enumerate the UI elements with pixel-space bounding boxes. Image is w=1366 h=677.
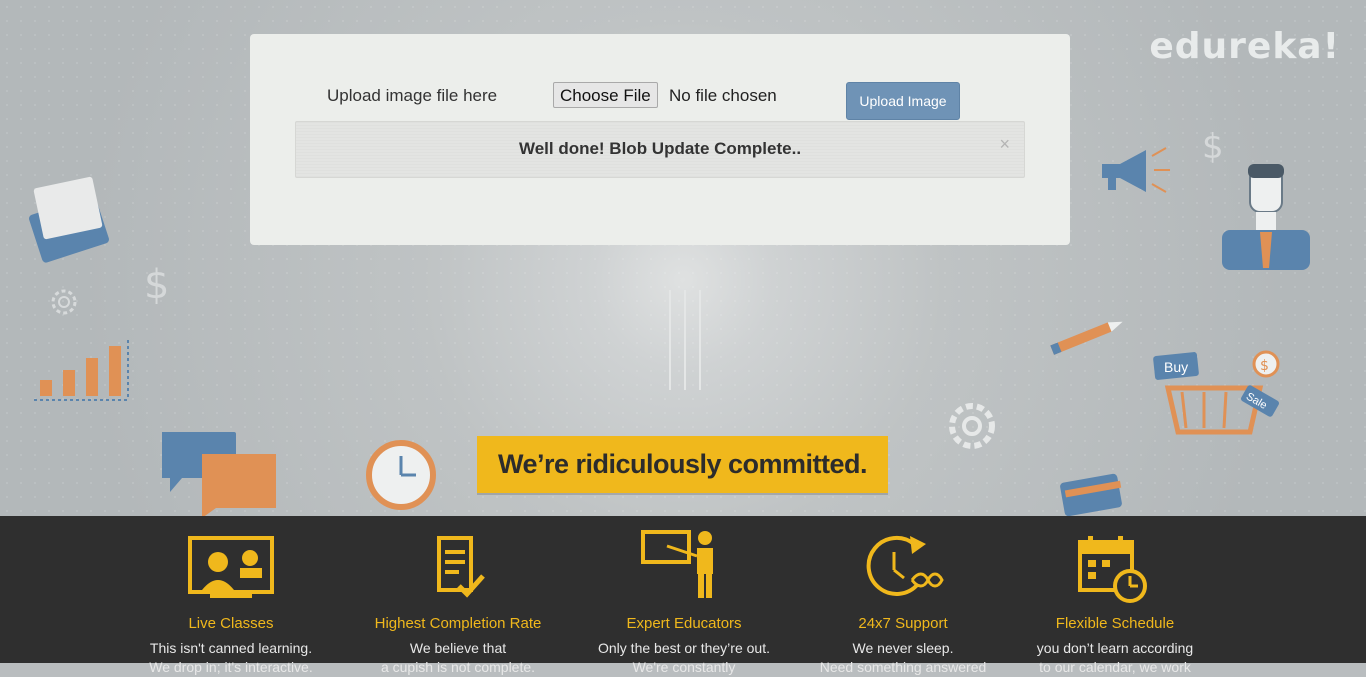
shopping-basket-illustration: Buy $ Sale <box>1153 350 1280 435</box>
feature-description: Only the best or they’re out. We're cons… <box>598 640 770 675</box>
bar-chart-illustration <box>34 340 129 401</box>
feature-description: We never sleep. Need something answered <box>819 640 987 675</box>
feature-completion-rate: Highest Completion Rate We believe that … <box>348 516 568 675</box>
feature-title: Expert Educators <box>626 615 742 632</box>
chat-bubbles-illustration <box>162 432 276 516</box>
upload-label: Upload image file here <box>327 86 498 105</box>
feature-title: Live Classes <box>188 615 274 632</box>
circuit-lines-illustration <box>669 290 701 390</box>
feature-title: Highest Completion Rate <box>374 615 542 632</box>
feature-expert-educators: Expert Educators Only the best or they’r… <box>574 516 794 675</box>
gear-right-illustration <box>949 403 995 449</box>
svg-text:$: $ <box>144 262 169 308</box>
choose-file-button[interactable]: Choose File <box>553 82 658 108</box>
success-alert: Well done! Blob Update Complete.. × <box>295 121 1025 178</box>
feature-description: you don’t learn according to our calenda… <box>1036 640 1194 675</box>
support-icon <box>866 535 944 596</box>
svg-text:$: $ <box>1260 358 1269 374</box>
feature-title: Flexible Schedule <box>1055 615 1175 632</box>
file-status-text: No file chosen <box>669 86 777 105</box>
svg-text:Buy: Buy <box>1164 359 1188 375</box>
feature-live-classes: Live Classes This isn't canned learning.… <box>121 516 341 675</box>
megaphone-illustration <box>1102 147 1170 193</box>
commitment-banner: We’re ridiculously committed. <box>477 436 888 493</box>
feature-flexible-schedule: Flexible Schedule you don’t learn accord… <box>1005 516 1225 675</box>
live-classes-icon <box>188 536 274 598</box>
feature-support: 24x7 Support We never sleep. Need someth… <box>793 516 1013 675</box>
feature-title: 24x7 Support <box>858 615 948 632</box>
feature-description: We believe that a cupish is not complete… <box>380 640 536 675</box>
features-footer: Live Classes This isn't canned learning.… <box>0 516 1366 675</box>
close-icon[interactable]: × <box>999 134 1010 155</box>
upload-panel: Upload image file here Choose File No fi… <box>250 34 1070 245</box>
clock-illustration <box>366 440 436 510</box>
feature-description: This isn't canned learning. We drop in; … <box>149 640 313 675</box>
edureka-logo: edureka! <box>1149 26 1340 67</box>
pencil-illustration <box>1050 321 1123 355</box>
expert-educators-icon <box>641 530 713 598</box>
gear-small-illustration <box>51 289 77 315</box>
businessman-illustration <box>1222 164 1310 270</box>
credit-card-illustration <box>1060 473 1122 516</box>
envelope-illustration <box>29 176 109 263</box>
dollar-left-illustration: $ <box>144 262 169 308</box>
flexible-schedule-icon <box>1078 536 1147 603</box>
alert-message: Well done! Blob Update Complete.. <box>518 139 802 158</box>
upload-image-button[interactable]: Upload Image <box>846 82 960 120</box>
hero-background: $ $ Buy $ Sale edureka! Upload image fil… <box>0 0 1366 516</box>
completion-rate-icon <box>437 536 485 598</box>
